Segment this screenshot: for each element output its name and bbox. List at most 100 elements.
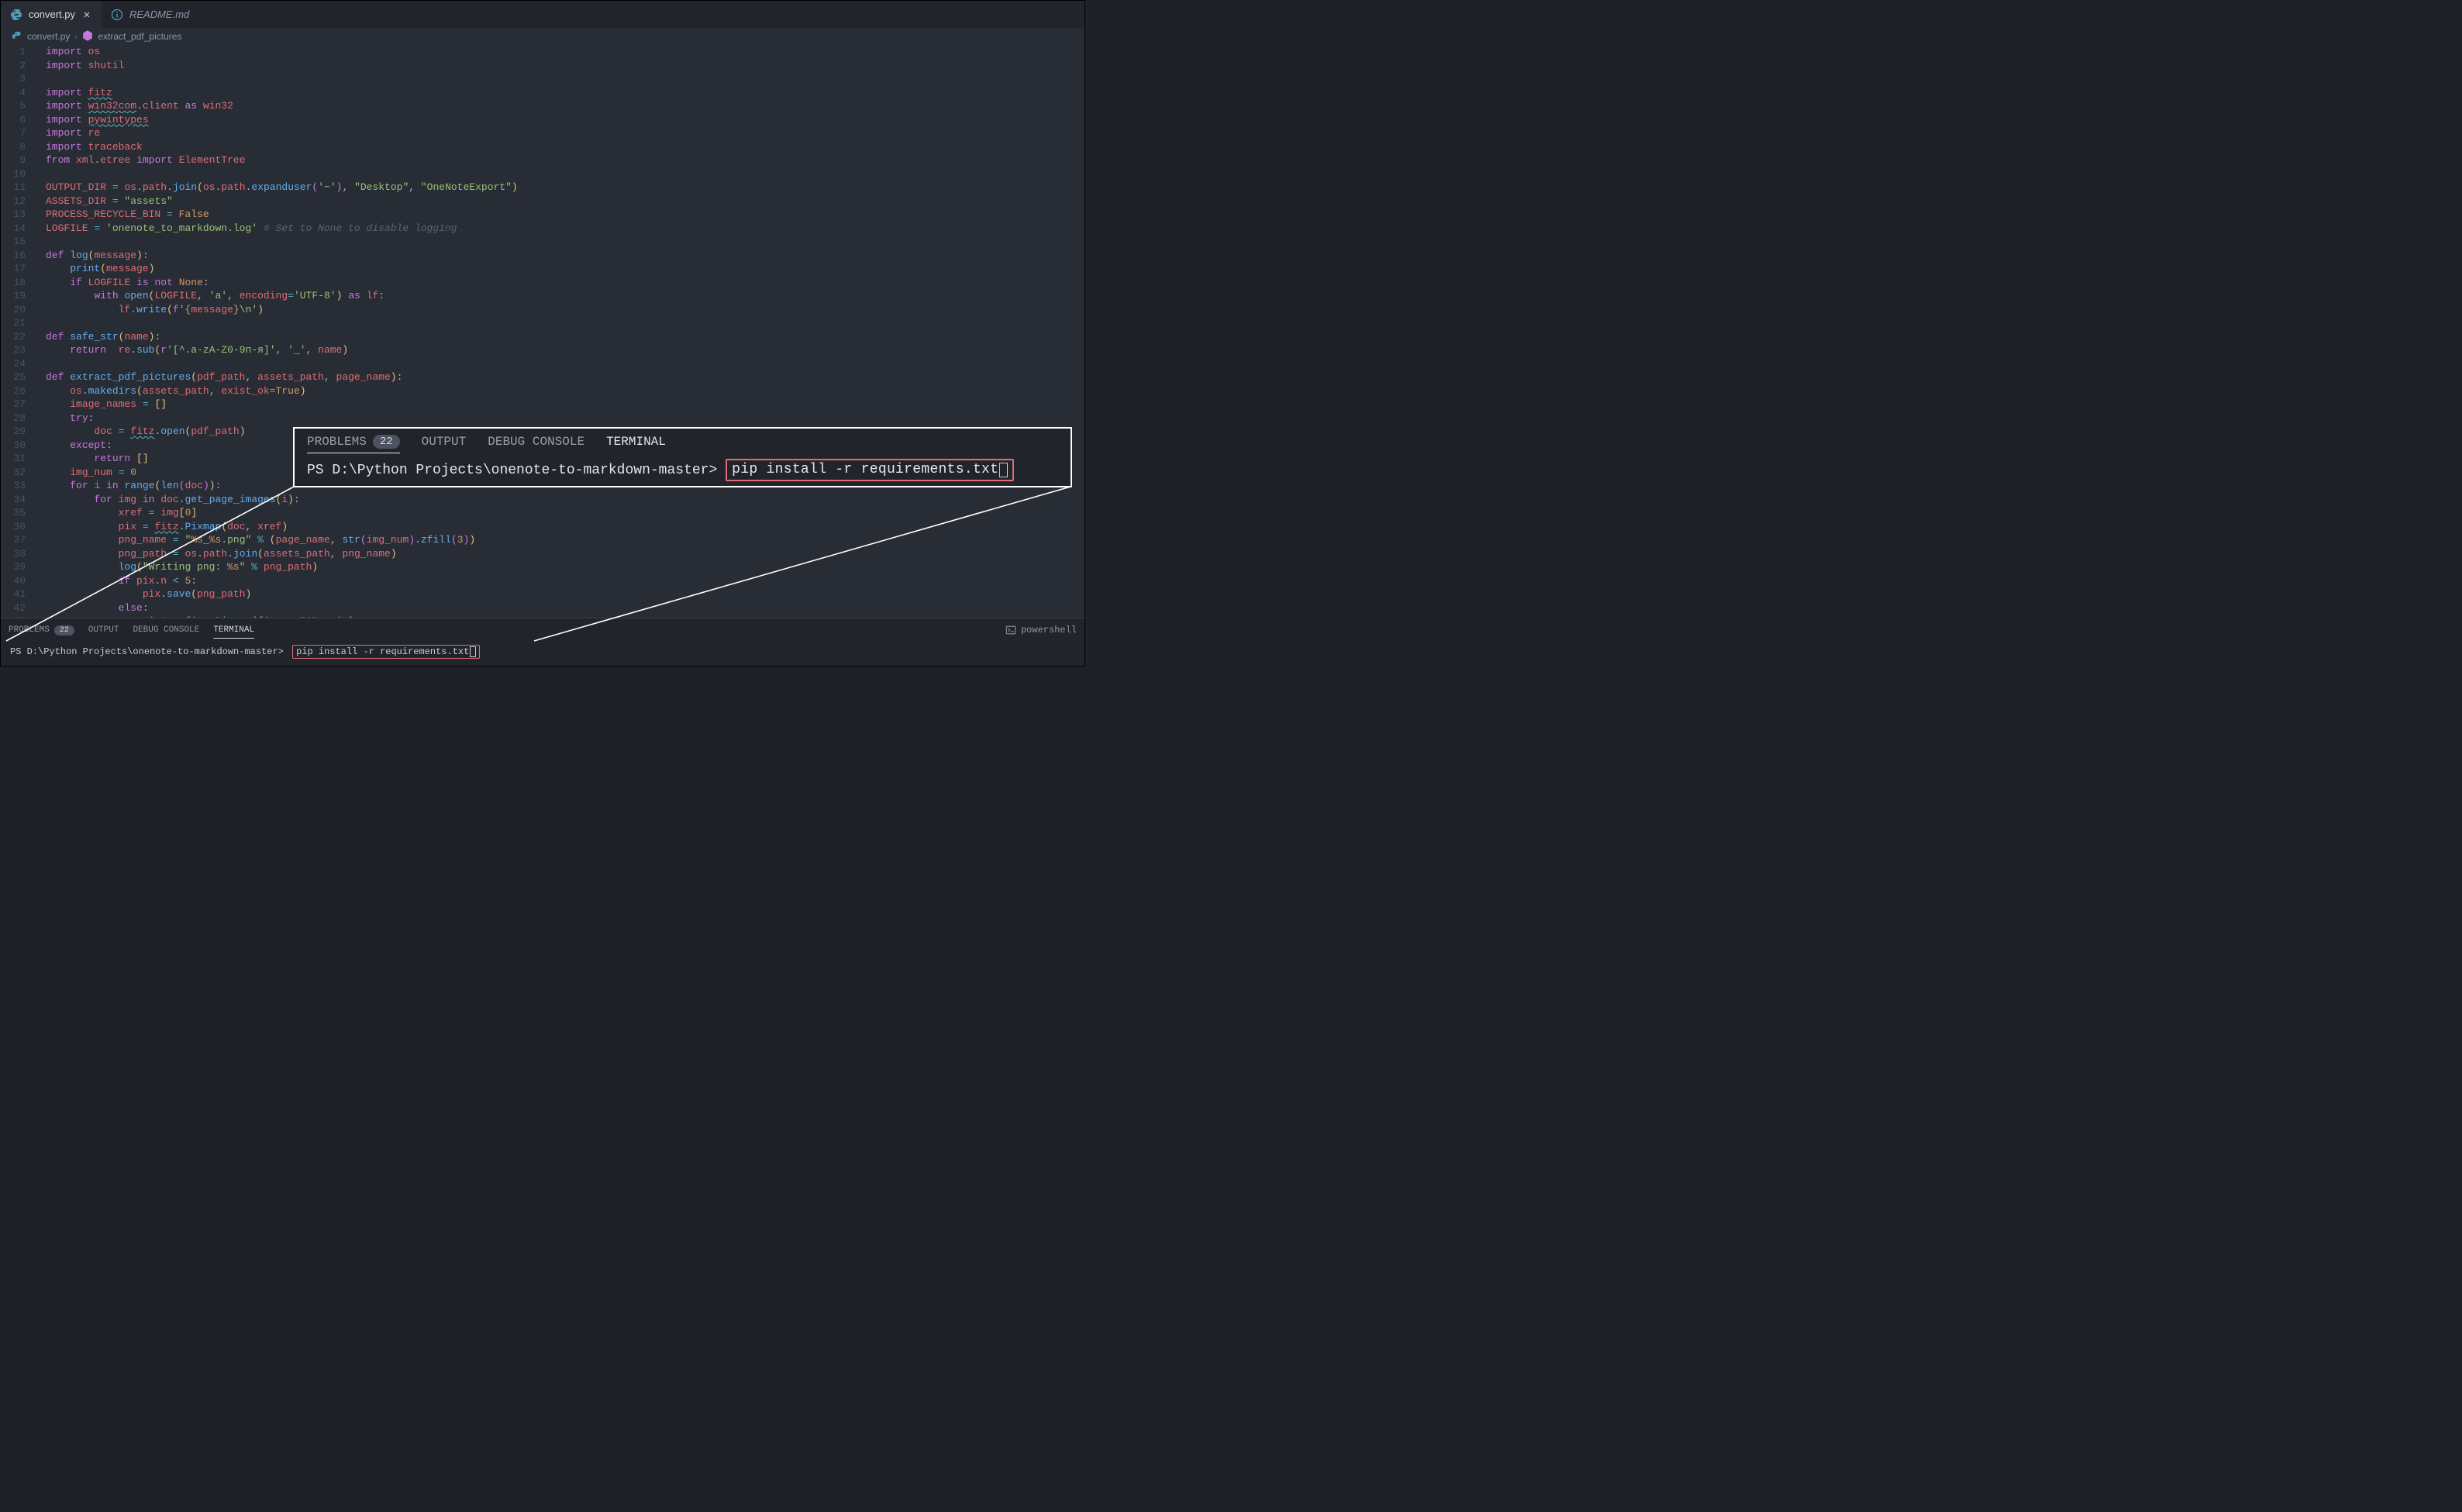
code-line[interactable]: xref = img[0]	[46, 506, 1084, 520]
terminal-shell-selector[interactable]: powershell	[1005, 625, 1077, 635]
line-number: 42	[1, 601, 26, 615]
breadcrumb-file[interactable]: convert.py	[27, 31, 70, 42]
zoom-inset: PROBLEMS 22 OUTPUT DEBUG CONSOLE TERMINA…	[293, 427, 1072, 487]
code-line[interactable]: if LOGFILE is not None:	[46, 276, 1084, 290]
line-number-gutter: 1234567891011121314151617181920212223242…	[1, 45, 38, 642]
zoom-panel-tabs: PROBLEMS 22 OUTPUT DEBUG CONSOLE TERMINA…	[295, 429, 1071, 454]
code-content[interactable]: import osimport shutilimport fitzimport …	[46, 45, 1084, 642]
code-line[interactable]: else:	[46, 601, 1084, 615]
code-line[interactable]: import os	[46, 45, 1084, 59]
terminal-prompt: PS D:\Python Projects\onenote-to-markdow…	[10, 646, 284, 657]
code-line[interactable]: ASSETS_DIR = "assets"	[46, 195, 1084, 208]
code-line[interactable]: with open(LOGFILE, 'a', encoding='UTF-8'…	[46, 289, 1084, 303]
problems-count-badge: 22	[54, 625, 74, 635]
code-line[interactable]: for img in doc.get_page_images(i):	[46, 493, 1084, 507]
line-number: 29	[1, 425, 26, 439]
code-line[interactable]: def safe_str(name):	[46, 330, 1084, 344]
code-line[interactable]: import win32com.client as win32	[46, 99, 1084, 113]
line-number: 9	[1, 153, 26, 167]
code-line[interactable]: import traceback	[46, 140, 1084, 154]
code-line[interactable]: log("Writing png: %s" % png_path)	[46, 560, 1084, 574]
line-number: 19	[1, 289, 26, 303]
code-line[interactable]	[46, 235, 1084, 249]
zoom-terminal-command: pip install -r requirements.txt	[726, 459, 1014, 481]
line-number: 37	[1, 533, 26, 547]
line-number: 2	[1, 59, 26, 73]
breadcrumb[interactable]: convert.py › extract_pdf_pictures	[1, 28, 1084, 45]
code-line[interactable]	[46, 167, 1084, 181]
zoom-problems-badge: 22	[373, 435, 400, 449]
code-line[interactable]: def log(message):	[46, 249, 1084, 263]
line-number: 30	[1, 439, 26, 453]
code-line[interactable]: try:	[46, 412, 1084, 425]
tab-bar: convert.py README.md	[1, 1, 1084, 28]
bottom-panel: PROBLEMS 22 OUTPUT DEBUG CONSOLE TERMINA…	[1, 618, 1084, 666]
close-tab-icon[interactable]	[81, 9, 92, 20]
line-number: 26	[1, 384, 26, 398]
code-line[interactable]	[46, 316, 1084, 330]
zoom-terminal-prompt: PS D:\Python Projects\onenote-to-markdow…	[307, 463, 717, 478]
zoom-terminal-line: PS D:\Python Projects\onenote-to-markdow…	[295, 454, 1071, 486]
problems-label: PROBLEMS	[9, 625, 50, 635]
code-line[interactable]: if pix.n < 5:	[46, 574, 1084, 588]
code-line[interactable]: return re.sub(r'[^.a-zA-Z0-9п-я]', '_', …	[46, 343, 1084, 357]
line-number: 39	[1, 560, 26, 574]
code-line[interactable]: import pywintypes	[46, 113, 1084, 127]
breadcrumb-symbol[interactable]: extract_pdf_pictures	[98, 31, 181, 42]
line-number: 5	[1, 99, 26, 113]
cursor-icon	[470, 646, 476, 657]
code-line[interactable]: png_name = "%s_%s.png" % (page_name, str…	[46, 533, 1084, 547]
line-number: 7	[1, 126, 26, 140]
editor[interactable]: 1234567891011121314151617181920212223242…	[1, 45, 1084, 642]
shell-name: powershell	[1021, 625, 1077, 635]
line-number: 4	[1, 86, 26, 100]
tab-output[interactable]: OUTPUT	[88, 625, 119, 635]
tab-readme[interactable]: README.md	[102, 1, 198, 28]
zoom-tab-output[interactable]: OUTPUT	[422, 435, 467, 449]
zoom-tab-debug[interactable]: DEBUG CONSOLE	[488, 435, 584, 449]
code-line[interactable]: OUTPUT_DIR = os.path.join(os.path.expand…	[46, 181, 1084, 195]
line-number: 32	[1, 466, 26, 480]
code-line[interactable]: from xml.etree import ElementTree	[46, 153, 1084, 167]
code-line[interactable]	[46, 72, 1084, 86]
line-number: 8	[1, 140, 26, 154]
line-number: 1	[1, 45, 26, 59]
code-line[interactable]: png_path = os.path.join(assets_path, png…	[46, 547, 1084, 561]
tab-problems[interactable]: PROBLEMS 22	[9, 625, 74, 635]
code-line[interactable]: pix = fitz.Pixmap(doc, xref)	[46, 520, 1084, 534]
line-number: 33	[1, 479, 26, 493]
code-line[interactable]: image_names = []	[46, 398, 1084, 412]
line-number: 3	[1, 72, 26, 86]
line-number: 17	[1, 262, 26, 276]
cursor-icon	[999, 463, 1008, 477]
code-line[interactable]: PROCESS_RECYCLE_BIN = False	[46, 208, 1084, 222]
code-line[interactable]	[46, 357, 1084, 371]
panel-tabs: PROBLEMS 22 OUTPUT DEBUG CONSOLE TERMINA…	[1, 618, 1084, 642]
code-line[interactable]: os.makedirs(assets_path, exist_ok=True)	[46, 384, 1084, 398]
line-number: 27	[1, 398, 26, 412]
code-line[interactable]: pix.save(png_path)	[46, 587, 1084, 601]
terminal-line[interactable]: PS D:\Python Projects\onenote-to-markdow…	[1, 642, 1084, 659]
code-line[interactable]: def extract_pdf_pictures(pdf_path, asset…	[46, 370, 1084, 384]
tab-debug-console[interactable]: DEBUG CONSOLE	[133, 625, 199, 635]
terminal-command[interactable]: pip install -r requirements.txt	[292, 645, 480, 659]
code-line[interactable]: import shutil	[46, 59, 1084, 73]
line-number: 13	[1, 208, 26, 222]
tab-convert-py[interactable]: convert.py	[1, 1, 102, 28]
line-number: 22	[1, 330, 26, 344]
tab-terminal[interactable]: TERMINAL	[213, 625, 254, 635]
line-number: 25	[1, 370, 26, 384]
code-line[interactable]: import re	[46, 126, 1084, 140]
line-number: 28	[1, 412, 26, 425]
code-line[interactable]: lf.write(f'{message}\n')	[46, 303, 1084, 317]
zoom-tab-terminal[interactable]: TERMINAL	[606, 435, 666, 449]
line-number: 20	[1, 303, 26, 317]
line-number: 36	[1, 520, 26, 534]
code-line[interactable]: LOGFILE = 'onenote_to_markdown.log' # Se…	[46, 222, 1084, 236]
line-number: 15	[1, 235, 26, 249]
code-line[interactable]: print(message)	[46, 262, 1084, 276]
code-line[interactable]: import fitz	[46, 86, 1084, 100]
zoom-tab-problems[interactable]: PROBLEMS 22	[307, 435, 400, 449]
line-number: 6	[1, 113, 26, 127]
python-file-icon	[10, 9, 22, 21]
